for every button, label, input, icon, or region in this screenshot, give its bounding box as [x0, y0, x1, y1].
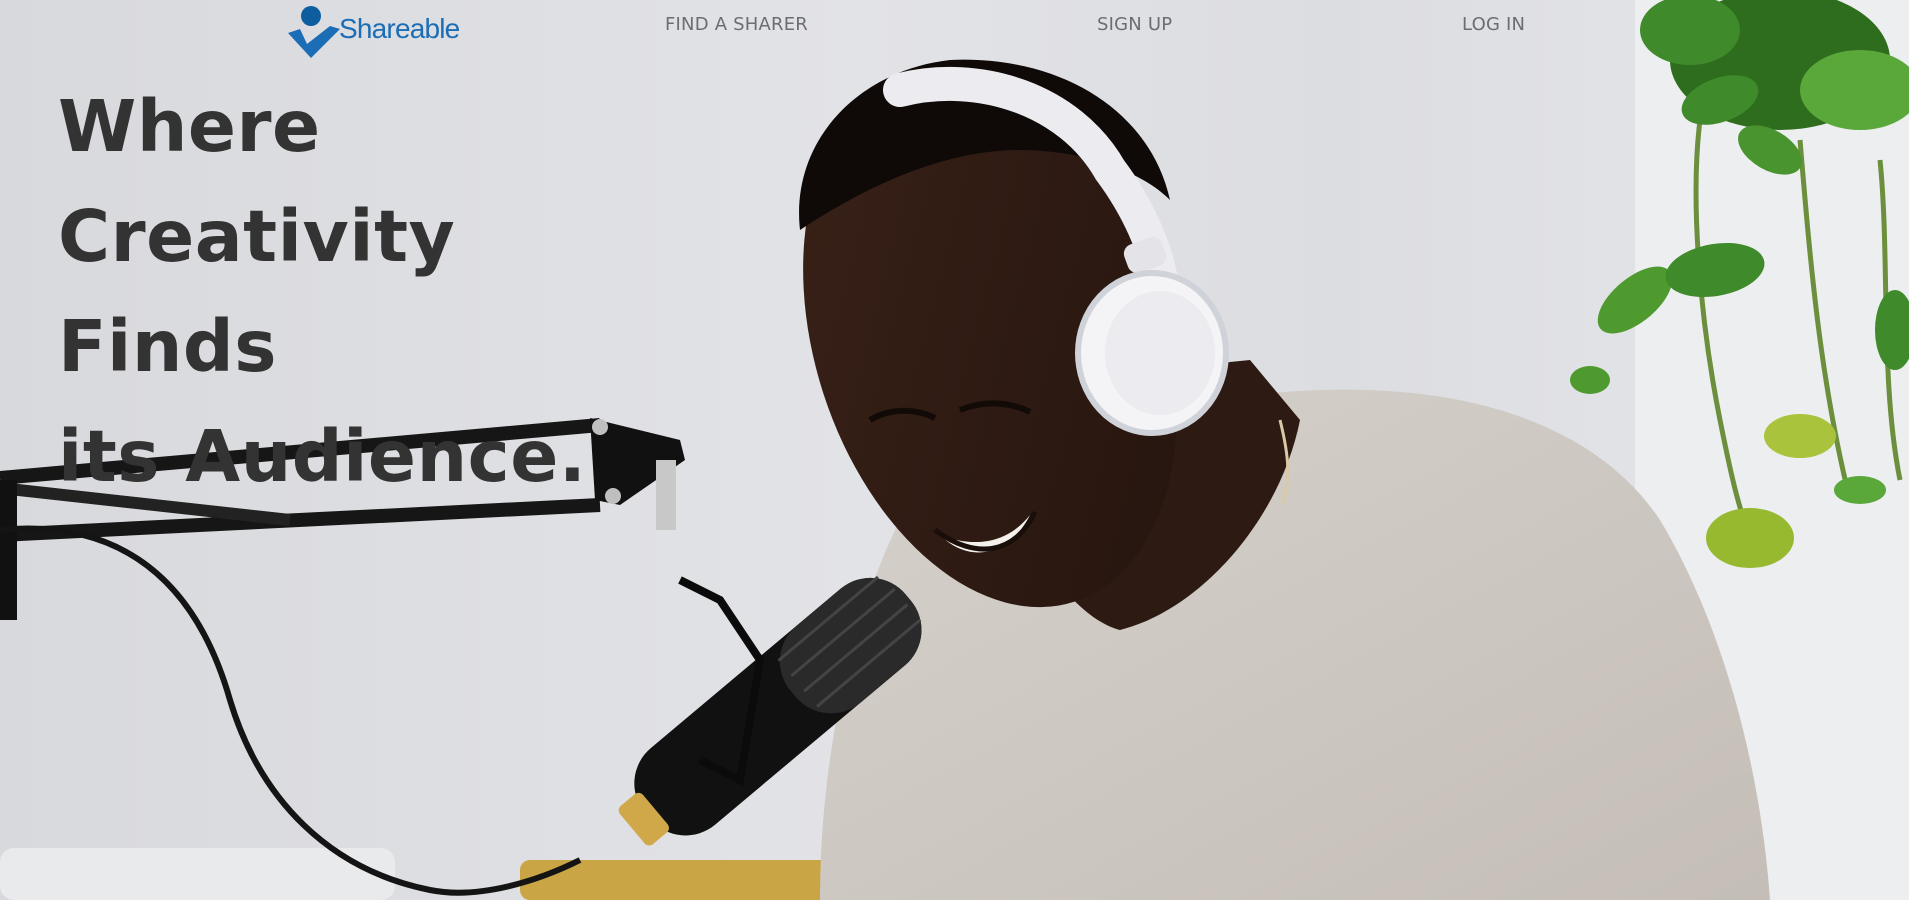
logo-text: Shareable [339, 13, 460, 44]
headline-line-1: Where [58, 85, 321, 168]
shareable-logo-icon [288, 6, 340, 58]
hero-headline: Where Creativity Finds its Audience. [58, 72, 698, 512]
nav-log-in[interactable]: LOG IN [1462, 14, 1525, 35]
laptop [0, 848, 395, 900]
nav-find-a-sharer[interactable]: FIND A SHARER [665, 14, 808, 35]
headline-line-2: Creativity Finds [58, 195, 456, 388]
top-navigation: Shareable FIND A SHARER SIGN UP LOG IN [0, 0, 1909, 58]
nav-sign-up[interactable]: SIGN UP [1097, 14, 1172, 35]
shareable-logo[interactable]: Shareable [285, 4, 460, 60]
mic-cable [0, 525, 582, 896]
headline-line-3: its Audience. [58, 415, 587, 498]
